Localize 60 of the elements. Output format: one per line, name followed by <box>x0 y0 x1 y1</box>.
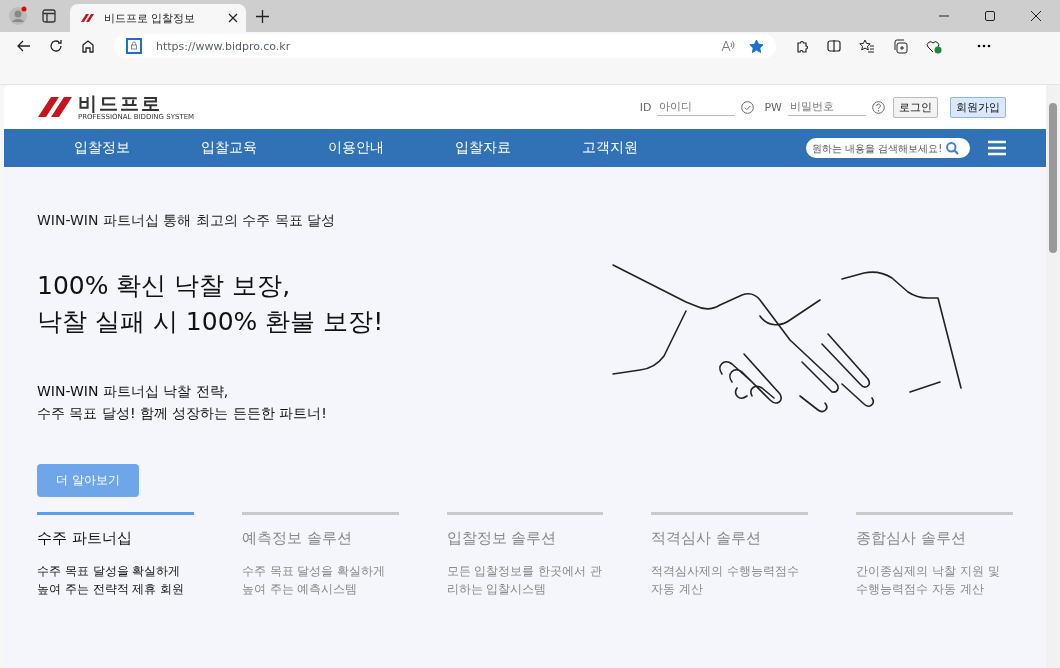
feature-tab[interactable]: 적격심사 솔루션 적격심사제의 수행능력점수 자동 계산 <box>651 512 809 598</box>
id-label: ID <box>639 100 652 114</box>
star-icon[interactable] <box>749 39 764 53</box>
password-input[interactable]: 비밀번호 <box>788 98 866 116</box>
search-icon[interactable] <box>946 141 959 155</box>
home-icon[interactable] <box>81 39 95 53</box>
feature-tab[interactable]: 입찰정보 솔루션 모든 입찰정보를 한곳에서 관리하는 입찰시스템 <box>446 512 604 598</box>
more-icon[interactable] <box>977 44 991 48</box>
help-icon[interactable] <box>872 100 885 114</box>
tab-actions-icon[interactable] <box>42 9 56 23</box>
split-screen-icon[interactable] <box>827 39 841 53</box>
feature-description: 간이종심제의 낙찰 지원 및 수행능력점수 자동 계산 <box>856 563 1001 598</box>
feature-tab[interactable]: 종합심사 솔루션 간이종심제의 낙찰 지원 및 수행능력점수 자동 계산 <box>856 512 1013 598</box>
back-icon[interactable] <box>17 40 31 52</box>
id-input[interactable]: 아이디 <box>657 98 736 116</box>
learn-more-button[interactable]: 더 알아보기 <box>37 464 139 497</box>
logo-mark-icon <box>38 95 74 119</box>
feature-description: 수주 목표 달성을 확실하게 높여 주는 전략적 제휴 회원 <box>37 563 186 598</box>
nav-link[interactable]: 입찰교육 <box>201 139 328 157</box>
new-tab-icon[interactable] <box>256 9 269 23</box>
health-icon[interactable] <box>926 38 942 54</box>
feature-title: 예측정보 솔루션 <box>241 529 353 548</box>
read-aloud-icon[interactable] <box>721 40 735 52</box>
nav-link[interactable]: 입찰정보 <box>74 139 201 157</box>
menu-icon[interactable] <box>988 140 1006 156</box>
feature-description: 모든 입찰정보를 한곳에서 관리하는 입찰시스템 <box>446 563 604 598</box>
site-logo-icon <box>80 13 94 23</box>
feature-title: 수주 파트너십 <box>37 529 133 548</box>
feature-title: 입찰정보 솔루션 <box>446 529 558 548</box>
hero-headline: 100% 확신 낙찰 보장, 낙찰 실패 시 100% 환불 보장! <box>37 270 385 338</box>
browser-tab[interactable]: 비드프로 입찰정보 <box>70 4 246 32</box>
signup-button[interactable]: 회원가입 <box>950 96 1006 118</box>
collections-icon[interactable] <box>893 38 908 54</box>
maximize-icon[interactable] <box>985 11 995 21</box>
nav-link[interactable]: 입찰자료 <box>455 139 582 157</box>
lock-icon[interactable] <box>126 38 142 54</box>
feature-title: 종합심사 솔루션 <box>856 529 967 548</box>
hero-eyebrow: WIN-WIN 파트너십 통해 최고의 수주 목표 달성 <box>37 212 337 230</box>
close-icon[interactable] <box>228 13 238 23</box>
nav-link[interactable]: 고객지원 <box>582 139 709 157</box>
url-text: https://www.bidpro.co.kr <box>156 39 291 53</box>
feature-description: 적격심사제의 수행능력점수 자동 계산 <box>651 563 801 598</box>
login-button[interactable]: 로그인 <box>893 96 938 118</box>
check-icon[interactable] <box>741 100 755 114</box>
profile-icon[interactable] <box>8 6 28 26</box>
search-field[interactable]: 원하는 내용을 검색해보세요! <box>806 138 970 158</box>
nav-link[interactable]: 이용안내 <box>328 139 455 157</box>
refresh-icon[interactable] <box>49 39 63 53</box>
close-icon[interactable] <box>1031 11 1041 21</box>
feature-tab[interactable]: 수주 파트너십 수주 목표 달성을 확실하게 높여 주는 전략적 제휴 회원 <box>37 512 194 598</box>
feature-description: 수주 목표 달성을 확실하게 높여 주는 예측시스템 <box>241 563 387 598</box>
logo-text: 비드프로 <box>78 93 163 113</box>
address-bar[interactable]: https://www.bidpro.co.kr <box>114 34 776 58</box>
hero-subtext: WIN-WIN 파트너십 낙찰 전략, 수주 목표 달성! 함께 성장하는 든든한 파트너! <box>37 382 328 423</box>
scrollbar[interactable] <box>1046 85 1060 668</box>
pw-label: PW <box>764 100 782 114</box>
extensions-icon[interactable] <box>795 39 809 53</box>
favorites-icon[interactable] <box>859 39 875 53</box>
feature-tab[interactable]: 예측정보 솔루션 수주 목표 달성을 확실하게 높여 주는 예측시스템 <box>241 512 399 598</box>
feature-title: 적격심사 솔루션 <box>651 529 763 548</box>
